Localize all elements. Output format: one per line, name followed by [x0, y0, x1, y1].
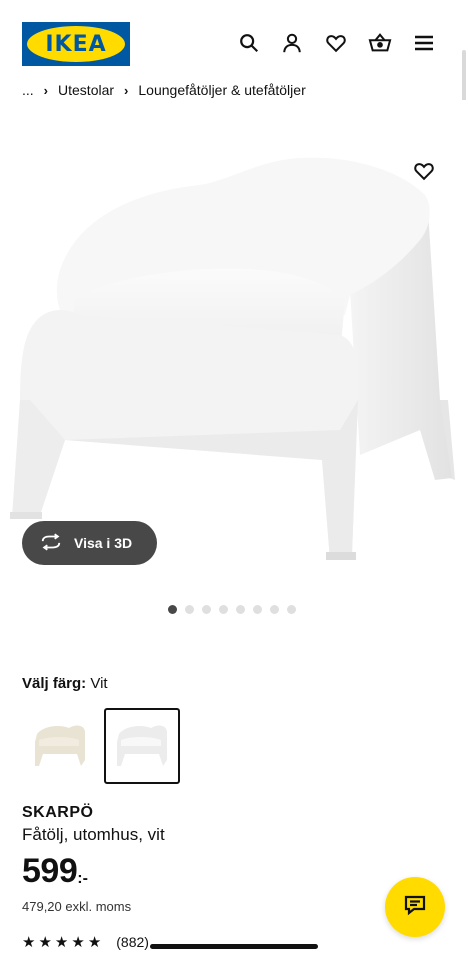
- breadcrumb: ... › Utestolar › Loungefåtöljer & utefå…: [22, 80, 452, 100]
- gallery-dot[interactable]: [168, 605, 177, 614]
- heart-icon[interactable]: [323, 30, 349, 56]
- search-icon[interactable]: [236, 30, 262, 56]
- chevron-right-icon: ›: [43, 82, 49, 98]
- gallery-dot[interactable]: [270, 605, 279, 614]
- gallery-dot[interactable]: [202, 605, 211, 614]
- color-label-title: Välj färg:: [22, 675, 87, 692]
- gallery-dot[interactable]: [253, 605, 262, 614]
- star-icon: ★: [54, 934, 69, 951]
- gallery-dot[interactable]: [236, 605, 245, 614]
- color-selector-label: Välj färg: Vit: [22, 675, 108, 692]
- logo-oval: IKEA: [27, 26, 125, 62]
- gallery-dot[interactable]: [219, 605, 228, 614]
- view-in-3d-button[interactable]: Visa i 3D: [22, 521, 157, 565]
- home-indicator[interactable]: [150, 944, 318, 949]
- gallery-pagination: [168, 605, 296, 614]
- ikea-logo[interactable]: IKEA: [22, 22, 130, 66]
- color-label-value: Vit: [90, 675, 108, 692]
- breadcrumb-item-utestolar[interactable]: Utestolar: [58, 82, 114, 98]
- breadcrumb-ellipsis[interactable]: ...: [22, 82, 34, 98]
- account-icon[interactable]: [279, 30, 305, 56]
- chat-icon: [403, 894, 427, 921]
- logo-text: IKEA: [45, 31, 107, 57]
- color-swatch-white[interactable]: [104, 708, 180, 784]
- product-description: Fåtölj, utomhus, vit: [22, 825, 165, 844]
- beige-chair-thumbnail: [35, 725, 85, 766]
- cart-icon[interactable]: [367, 30, 393, 56]
- gallery-dot[interactable]: [287, 605, 296, 614]
- price-amount: 599: [22, 852, 78, 890]
- favorite-heart-icon[interactable]: [410, 157, 438, 185]
- product-name: SKARPÖ: [22, 804, 94, 821]
- breadcrumb-item-loungefatoljer[interactable]: Loungefåtöljer & utefåtöljer: [138, 82, 305, 98]
- header: IKEA: [0, 0, 468, 80]
- price-excl-vat: 479,20 exkl. moms: [22, 899, 132, 914]
- star-icon: ★: [38, 934, 52, 951]
- menu-icon[interactable]: [411, 30, 437, 56]
- product-rating[interactable]: ★ ★ ★ ★ ★ (882): [22, 933, 149, 951]
- star-icon: ★: [22, 934, 36, 951]
- product-price: 599 :-: [22, 852, 88, 891]
- gallery-dot[interactable]: [185, 605, 194, 614]
- white-chair-thumbnail: [117, 725, 167, 766]
- rotate-3d-icon: [40, 532, 62, 554]
- chat-button[interactable]: [385, 877, 445, 937]
- chevron-right-icon: ›: [124, 82, 129, 98]
- rating-count: (882): [116, 934, 149, 950]
- view-in-3d-label: Visa i 3D: [74, 535, 133, 551]
- color-swatch-beige[interactable]: [22, 708, 98, 784]
- chair-image: [10, 157, 455, 560]
- star-icon: ★: [71, 934, 85, 951]
- star-icon: ★: [87, 934, 102, 951]
- price-suffix: :-: [77, 870, 88, 887]
- product-image[interactable]: [0, 100, 468, 590]
